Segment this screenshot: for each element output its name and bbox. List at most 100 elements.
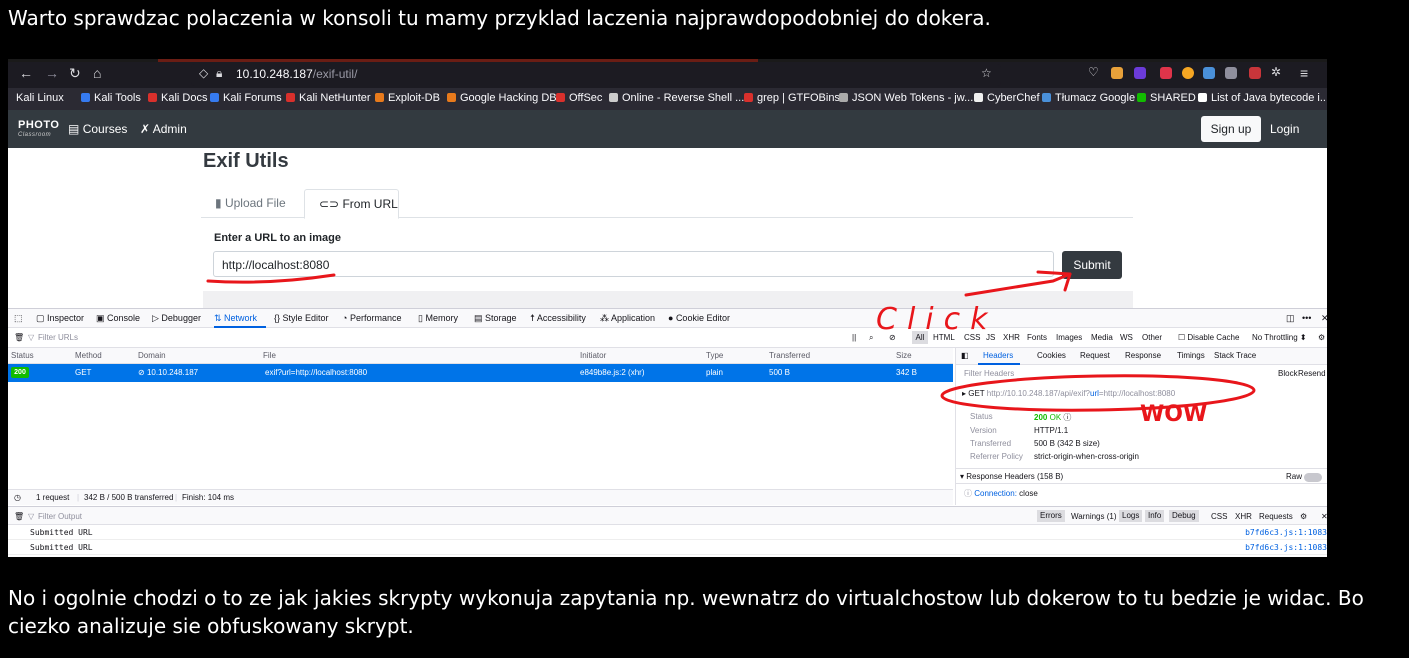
- resend-button[interactable]: Resend: [1298, 369, 1326, 378]
- filter-xhr[interactable]: XHR: [1003, 333, 1020, 342]
- filter-css[interactable]: CSS: [1211, 512, 1227, 521]
- bookmark-item[interactable]: JSON Web Tokens - jw...: [839, 92, 973, 104]
- pocket-icon[interactable]: ♡: [1088, 65, 1099, 79]
- search-icon[interactable]: ⌕: [869, 333, 873, 343]
- level-warnings[interactable]: Warnings (1): [1071, 512, 1117, 521]
- site-logo[interactable]: PHOTO Classroom: [18, 120, 59, 140]
- help-icon[interactable]: ⓘ: [1063, 413, 1071, 422]
- row-initiator[interactable]: e849b8e.js:2 (xhr): [580, 368, 644, 377]
- col-status[interactable]: Status: [11, 351, 34, 360]
- panel-toggle-icon[interactable]: ◧: [961, 351, 969, 360]
- devtools-tab-style-editor[interactable]: {} Style Editor: [274, 313, 329, 323]
- extension-icon[interactable]: [1182, 67, 1194, 79]
- settings-icon[interactable]: ⚙: [1318, 333, 1325, 342]
- devtools-tab-memory[interactable]: ▯ Memory: [418, 313, 458, 324]
- tab-request[interactable]: Request: [1080, 351, 1110, 360]
- login-button[interactable]: Login: [1270, 122, 1299, 136]
- close-icon[interactable]: ✕: [1321, 313, 1327, 324]
- extension-icon[interactable]: [1111, 67, 1123, 79]
- devtools-tab-debugger[interactable]: ▷ Debugger: [152, 313, 201, 324]
- extension-icon[interactable]: [1203, 67, 1215, 79]
- disable-cache-checkbox[interactable]: ☐ Disable Cache: [1178, 333, 1239, 342]
- level-debug[interactable]: Debug: [1169, 510, 1199, 522]
- devtools-tab-application[interactable]: ⁂ Application: [600, 313, 655, 324]
- filter-xhr[interactable]: XHR: [1235, 512, 1252, 521]
- level-logs[interactable]: Logs: [1119, 510, 1143, 522]
- extension-icon[interactable]: [1160, 67, 1172, 79]
- col-type[interactable]: Type: [706, 351, 723, 360]
- col-initiator[interactable]: Initiator: [580, 351, 606, 360]
- response-headers-section[interactable]: ▾ Response Headers (158 B) Raw: [956, 468, 1327, 484]
- bookmark-item[interactable]: Kali NetHunter: [286, 92, 371, 104]
- bookmark-item[interactable]: Kali Tools: [81, 92, 141, 104]
- devtools-tab-performance[interactable]: ◔ Performance: [342, 313, 401, 323]
- bookmark-item[interactable]: Kali Docs: [148, 92, 207, 104]
- trash-icon[interactable]: 🗑︎: [14, 512, 24, 521]
- col-transferred[interactable]: Transferred: [769, 351, 810, 360]
- image-url-input[interactable]: http://localhost:8080: [213, 251, 1054, 277]
- admin-link[interactable]: ✗ Admin: [140, 122, 187, 136]
- log-source-link[interactable]: b7fd6c3.js:1:1083: [1245, 528, 1327, 537]
- bookmark-item[interactable]: Exploit-DB: [375, 92, 440, 104]
- tab-stack-trace[interactable]: Stack Trace: [1214, 351, 1256, 360]
- col-file[interactable]: File: [263, 351, 276, 360]
- signup-button[interactable]: Sign up: [1201, 116, 1261, 142]
- filter-urls-input[interactable]: Filter URLs: [38, 333, 78, 342]
- bookmark-item[interactable]: SHARED: [1137, 92, 1196, 104]
- extension-icon[interactable]: [1249, 67, 1261, 79]
- filter-fonts[interactable]: Fonts: [1027, 333, 1047, 342]
- filter-output-input[interactable]: Filter Output: [38, 512, 82, 521]
- col-domain[interactable]: Domain: [138, 351, 166, 360]
- devtools-tab-accessibility[interactable]: ☨ Accessibility: [530, 313, 586, 324]
- more-icon[interactable]: •••: [1302, 313, 1311, 323]
- tab-from-url[interactable]: ⊂⊃ From URL: [304, 189, 399, 219]
- devtools-tab-console[interactable]: ▣ Console: [96, 313, 140, 324]
- dock-icon[interactable]: ◫: [1286, 313, 1295, 324]
- log-source-link[interactable]: b7fd6c3.js:1:1083: [1245, 543, 1327, 552]
- bookmark-item[interactable]: Kali Linux: [16, 92, 64, 104]
- filter-other[interactable]: Other: [1142, 333, 1162, 342]
- reload-icon[interactable]: ↻: [69, 65, 81, 82]
- devtools-tab-network[interactable]: ⇅ Network: [214, 313, 257, 324]
- throttling-select[interactable]: No Throttling ⬍: [1252, 333, 1307, 342]
- filter-images[interactable]: Images: [1056, 333, 1082, 342]
- star-icon[interactable]: ☆: [981, 66, 992, 80]
- filter-requests[interactable]: Requests: [1259, 512, 1293, 521]
- filter-ws[interactable]: WS: [1120, 333, 1133, 342]
- bookmark-item[interactable]: OffSec: [556, 92, 602, 104]
- devtools-tab-cookie-editor[interactable]: ● Cookie Editor: [668, 313, 730, 323]
- table-row[interactable]: 200 GET ⊘ 10.10.248.187 exif?url=http://…: [8, 364, 953, 382]
- settings-icon[interactable]: ⚙: [1300, 512, 1307, 521]
- extension-icon[interactable]: [1134, 67, 1146, 79]
- filter-html[interactable]: HTML: [933, 333, 955, 342]
- url-bar[interactable]: ◇ 🔒︎ 10.10.248.187/exif-util/ ☆: [191, 64, 1001, 86]
- forward-arrow-icon[interactable]: →: [45, 65, 59, 81]
- tab-cookies[interactable]: Cookies: [1037, 351, 1066, 360]
- level-info[interactable]: Info: [1145, 510, 1165, 522]
- request-line[interactable]: ▸ GET http://10.10.248.187/api/exif?url=…: [962, 389, 1175, 398]
- filter-css[interactable]: CSS: [964, 333, 980, 342]
- bookmark-item[interactable]: CyberChef: [974, 92, 1040, 104]
- courses-link[interactable]: ▤ Courses: [68, 122, 127, 136]
- filter-media[interactable]: Media: [1091, 333, 1113, 342]
- pick-element-icon[interactable]: ⬚: [14, 313, 23, 324]
- level-errors[interactable]: Errors: [1037, 510, 1065, 522]
- tab-upload-file[interactable]: ▮ Upload File: [201, 189, 304, 219]
- back-arrow-icon[interactable]: ←: [19, 65, 33, 81]
- raw-toggle[interactable]: [1304, 473, 1322, 482]
- pause-icon[interactable]: ||: [852, 333, 856, 342]
- filter-headers-input[interactable]: Filter Headers: [964, 369, 1014, 378]
- filter-js[interactable]: JS: [986, 333, 995, 342]
- block-icon[interactable]: ⊘: [889, 333, 896, 342]
- home-icon[interactable]: ⌂: [93, 65, 101, 81]
- tab-headers[interactable]: Headers: [983, 351, 1013, 360]
- bookmark-item[interactable]: Tłumacz Google: [1042, 92, 1135, 104]
- menu-icon[interactable]: ≡: [1300, 65, 1308, 81]
- trash-icon[interactable]: 🗑︎: [14, 333, 24, 342]
- submit-button[interactable]: Submit: [1062, 251, 1122, 279]
- bookmark-item[interactable]: Google Hacking DB: [447, 92, 557, 104]
- bookmark-item[interactable]: grep | GTFOBins: [744, 92, 840, 104]
- close-icon[interactable]: ✕: [1321, 512, 1327, 521]
- tab-timings[interactable]: Timings: [1177, 351, 1205, 360]
- extension-icon[interactable]: [1225, 67, 1237, 79]
